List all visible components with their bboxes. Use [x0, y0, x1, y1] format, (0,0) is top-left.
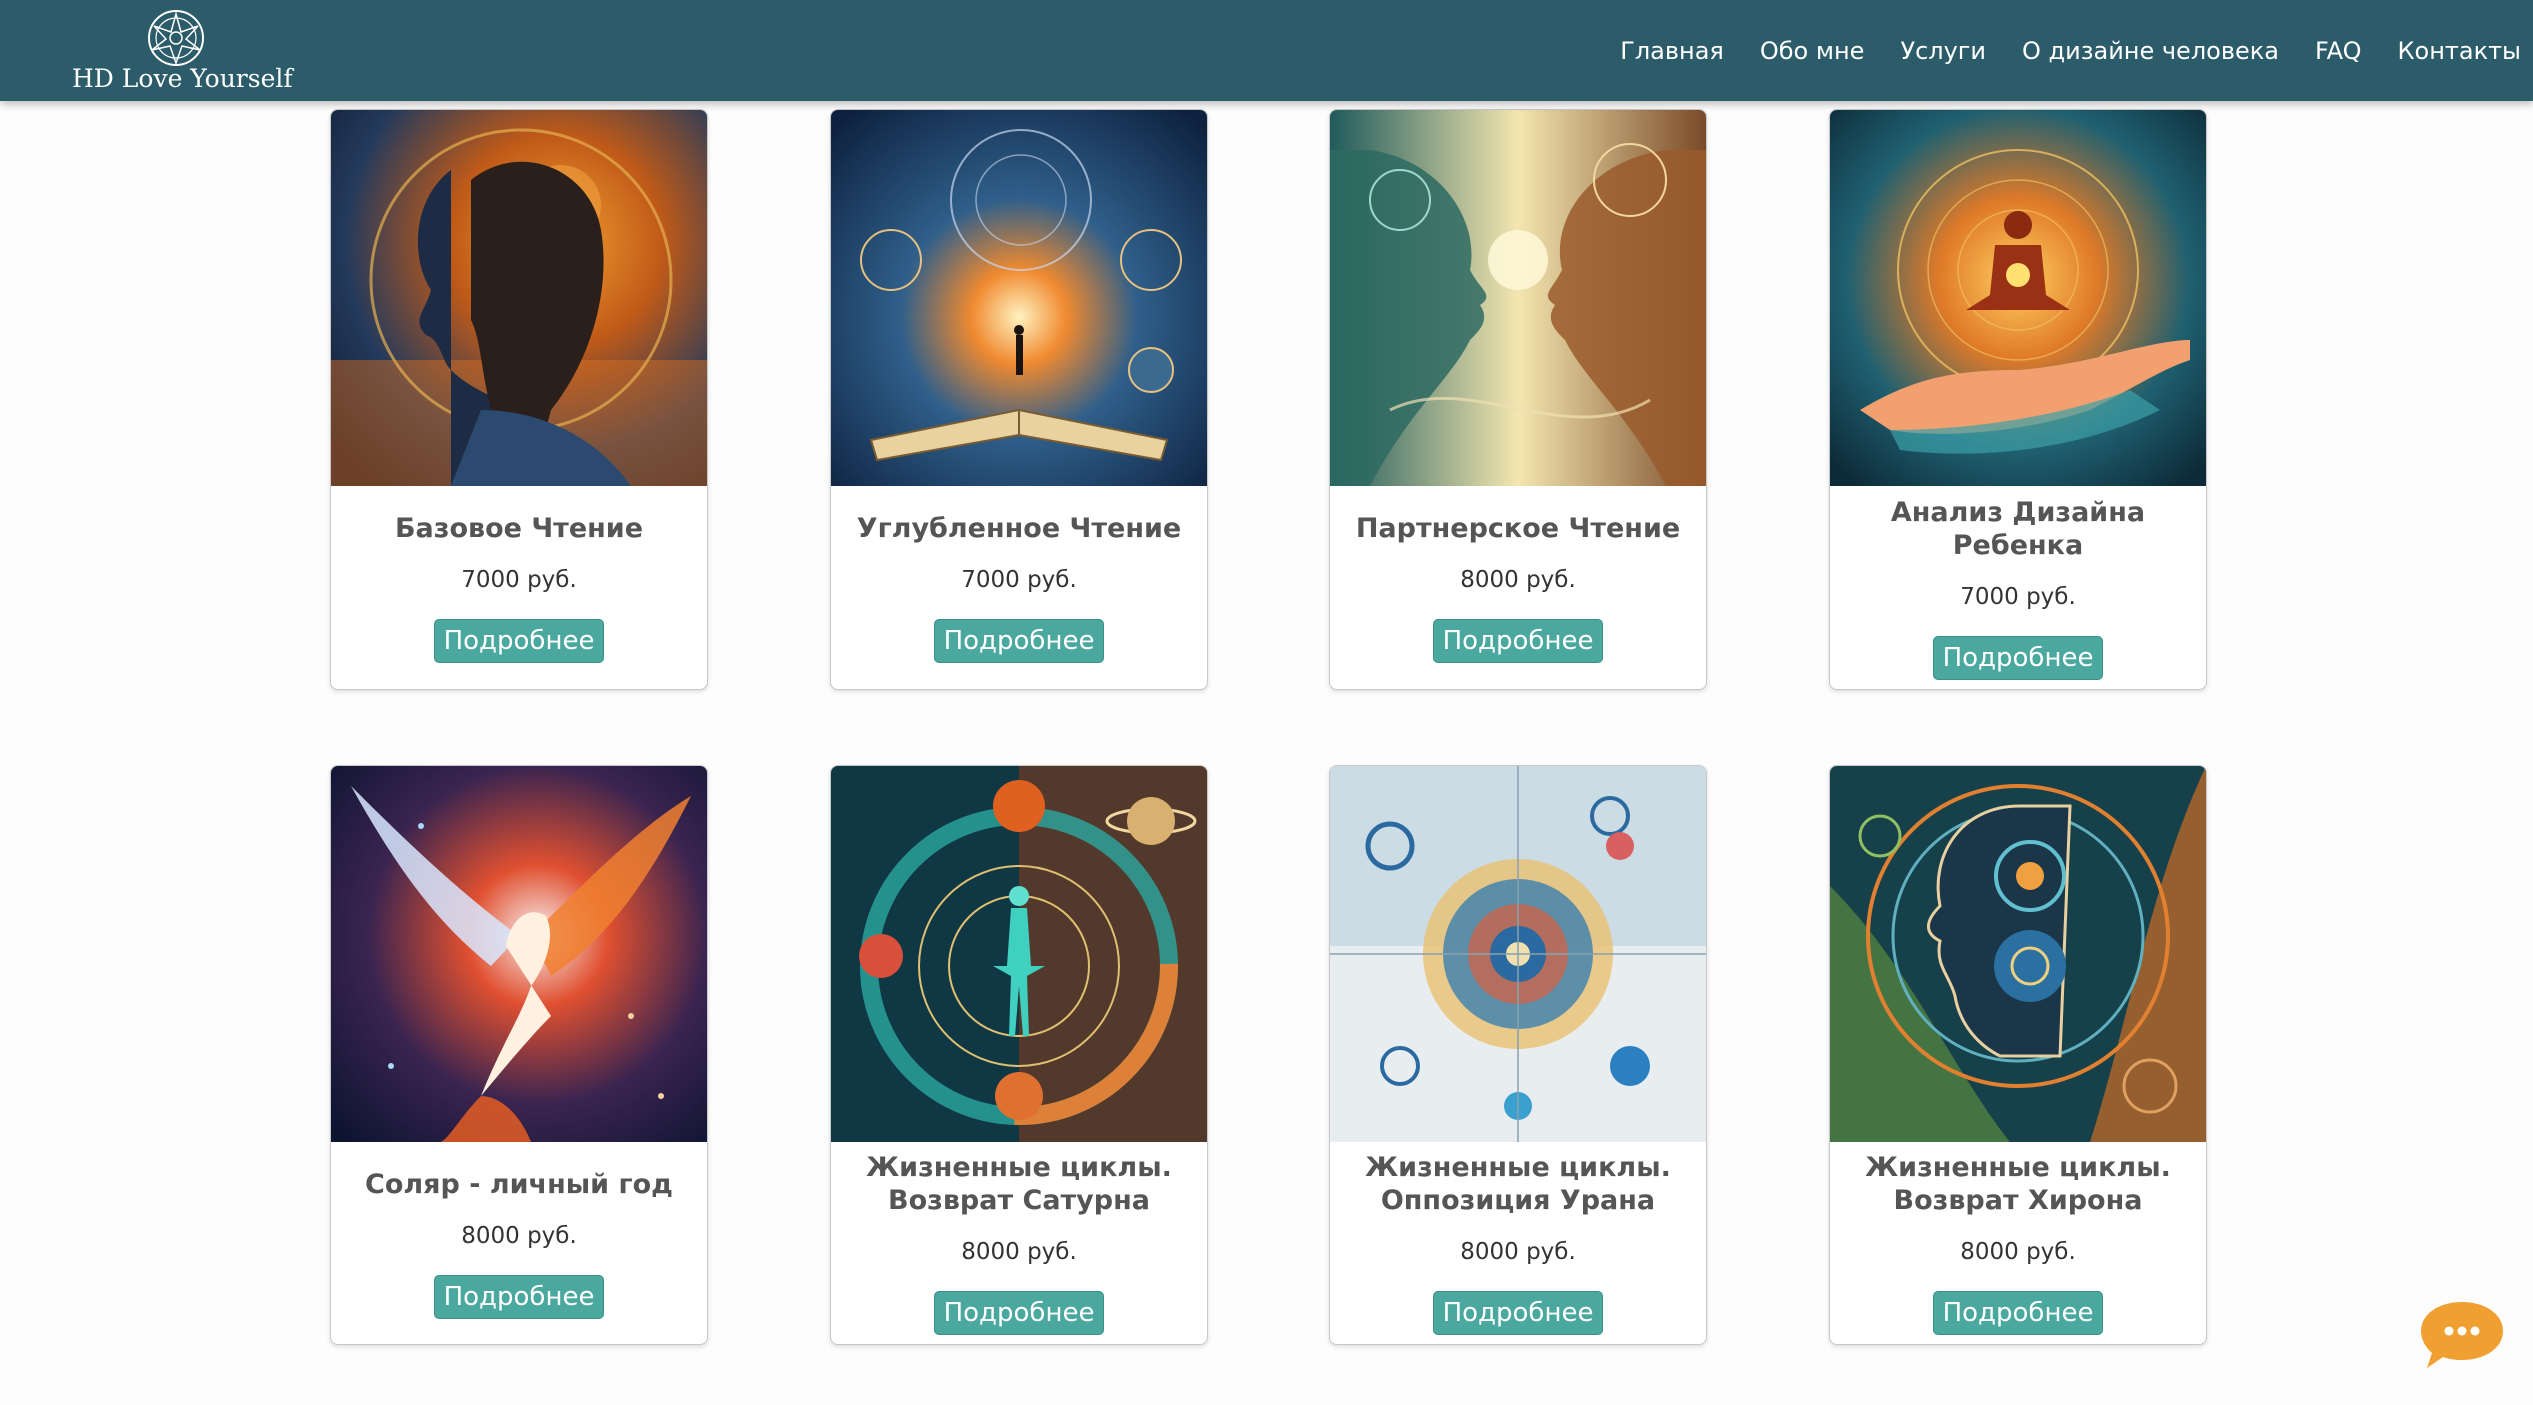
card-title: Жизненные циклы. Оппозиция Урана	[1365, 1152, 1671, 1216]
service-card-chiron-return: Жизненные циклы. Возврат Хирона 8000 руб…	[1829, 765, 2207, 1345]
service-card-saturn-return: Жизненные циклы. Возврат Сатурна 8000 ру…	[830, 765, 1208, 1345]
card-body: Жизненные циклы. Возврат Хирона 8000 руб…	[1830, 1142, 2206, 1344]
card-title: Углубленное Чтение	[856, 513, 1182, 544]
chat-bubble-icon[interactable]	[2419, 1300, 2505, 1370]
card-image	[331, 110, 707, 486]
card-price: 7000 руб.	[1960, 583, 2076, 610]
service-card-solar-return: Соляр - личный год 8000 руб. Подробнее	[330, 765, 708, 1345]
card-title: Жизненные циклы. Возврат Хирона	[1865, 1152, 2171, 1216]
details-button[interactable]: Подробнее	[1432, 1291, 1604, 1335]
nav-services[interactable]: Услуги	[1900, 37, 1986, 65]
card-body: Жизненные циклы. Возврат Сатурна 8000 ру…	[831, 1142, 1207, 1344]
card-body: Соляр - личный год 8000 руб. Подробнее	[331, 1142, 707, 1344]
service-card-partner-reading: Партнерское Чтение 8000 руб. Подробнее	[1329, 109, 1707, 690]
details-button[interactable]: Подробнее	[1932, 1291, 2104, 1335]
card-image	[1330, 110, 1706, 486]
card-price: 8000 руб.	[1960, 1239, 2076, 1265]
site-header: HD Love Yourself Главная Обо мне Услуги …	[0, 0, 2533, 101]
card-title: Партнерское Чтение	[1355, 513, 1681, 544]
card-title: Соляр - личный год	[365, 1168, 673, 1200]
details-button[interactable]: Подробнее	[433, 619, 605, 663]
card-body: Углубленное Чтение 7000 руб. Подробнее	[831, 486, 1207, 689]
card-image	[1830, 766, 2206, 1142]
logo-mandala-icon	[148, 10, 204, 66]
card-title: Жизненные циклы. Возврат Сатурна	[866, 1152, 1172, 1216]
main-nav: Главная Обо мне Услуги О дизайне человек…	[1584, 0, 2521, 101]
logo-text: HD Love Yourself	[72, 64, 293, 93]
card-price: 8000 руб.	[961, 1239, 1077, 1265]
details-button[interactable]: Подробнее	[1932, 635, 2104, 680]
card-body: Базовое Чтение 7000 руб. Подробнее	[331, 486, 707, 689]
logo[interactable]: HD Love Yourself	[72, 6, 293, 96]
details-button[interactable]: Подробнее	[1432, 619, 1604, 663]
card-body: Анализ Дизайна Ребенка 7000 руб. Подробн…	[1830, 486, 2206, 689]
card-price: 8000 руб.	[1460, 567, 1576, 593]
card-body: Партнерское Чтение 8000 руб. Подробнее	[1330, 486, 1706, 689]
card-body: Жизненные циклы. Оппозиция Урана 8000 ру…	[1330, 1142, 1706, 1344]
service-card-child-design: Анализ Дизайна Ребенка 7000 руб. Подробн…	[1829, 109, 2207, 690]
details-button[interactable]: Подробнее	[933, 619, 1105, 663]
details-button[interactable]: Подробнее	[433, 1274, 605, 1319]
card-image	[831, 110, 1207, 486]
nav-about[interactable]: Обо мне	[1760, 37, 1865, 65]
card-image	[331, 766, 707, 1142]
card-price: 7000 руб.	[961, 567, 1077, 593]
card-image	[1830, 110, 2206, 486]
nav-human-design[interactable]: О дизайне человека	[2022, 37, 2279, 65]
card-title: Анализ Дизайна Ребенка	[1890, 496, 2146, 561]
nav-faq[interactable]: FAQ	[2315, 37, 2362, 65]
card-price: 8000 руб.	[461, 1222, 577, 1249]
card-image	[1330, 766, 1706, 1142]
card-price: 8000 руб.	[1460, 1239, 1576, 1265]
details-button[interactable]: Подробнее	[933, 1291, 1105, 1335]
card-title: Базовое Чтение	[394, 513, 644, 544]
nav-contacts[interactable]: Контакты	[2397, 37, 2521, 65]
service-card-uranus-opposition: Жизненные циклы. Оппозиция Урана 8000 ру…	[1329, 765, 1707, 1345]
services-grid: Базовое Чтение 7000 руб. Подробнее Углуб…	[0, 0, 2533, 1405]
service-card-basic-reading: Базовое Чтение 7000 руб. Подробнее	[330, 109, 708, 690]
service-card-deep-reading: Углубленное Чтение 7000 руб. Подробнее	[830, 109, 1208, 690]
card-price: 7000 руб.	[461, 567, 577, 593]
nav-home[interactable]: Главная	[1620, 37, 1724, 65]
card-image	[831, 766, 1207, 1142]
